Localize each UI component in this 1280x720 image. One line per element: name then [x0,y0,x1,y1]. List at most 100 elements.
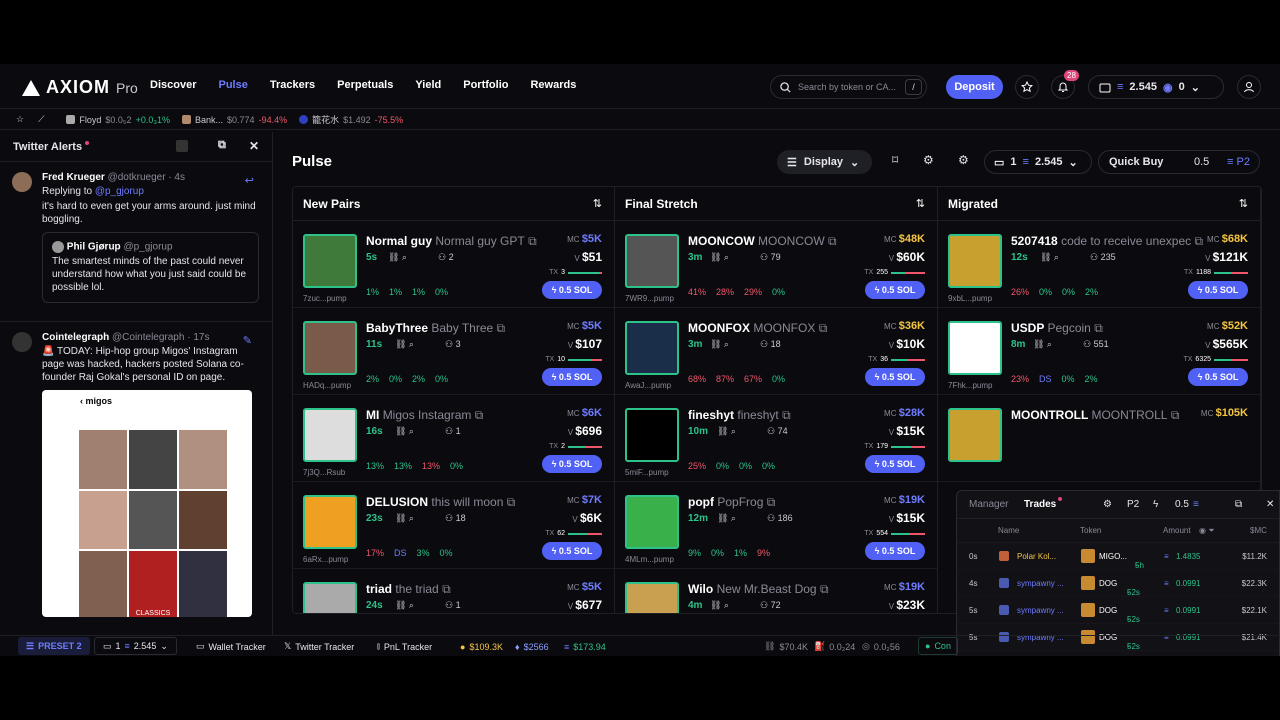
token-row[interactable]: 7zuc...pump Normal guy Normal guy GPT ⧉ … [293,221,614,308]
social-icons[interactable]: ⛓ ⌕ [395,513,414,524]
token-address[interactable]: AwaJ...pump [625,381,671,390]
token-name[interactable]: triad the triad ⧉ [366,582,451,597]
col-name[interactable]: Name [998,526,1019,535]
col-mc[interactable]: $MC [1250,526,1267,535]
token-image[interactable] [303,495,357,549]
token-row[interactable]: 6aRx...pump DELUSION this will moon ⧉ 23… [293,482,614,569]
display-button[interactable]: ☰ Display ⌄ [777,150,872,174]
col-amount[interactable]: Amount [1163,526,1191,535]
nav-perpetuals[interactable]: Perpetuals [337,79,393,91]
tab-manager[interactable]: Manager [969,499,1008,510]
token-address[interactable]: 9xbL...pump [948,294,992,303]
token-row[interactable]: triad the triad ⧉ 24s ⚇ 1 ⛓ ⌕ MC $5K V $… [293,569,614,613]
token-row[interactable]: 7WR9...pump MOONCOW MOONCOW ⧉ 3m ⚇ 79 ⛓ … [615,221,937,308]
token-address[interactable]: HADq...pump [303,381,351,390]
token-address[interactable]: 6aRx...pump [303,555,348,564]
token-address[interactable]: 4MLm...pump [625,555,674,564]
token-image[interactable] [303,582,357,613]
token-row[interactable]: 5miF...pump fineshyt fineshyt ⧉ 10m ⚇ 74… [615,395,937,482]
quick-buy-button[interactable]: ϟ 0.5 SOL [1188,368,1248,386]
token-name[interactable]: USDP Pegcoin ⧉ [1011,321,1103,336]
token-address[interactable]: 7zuc...pump [303,294,347,303]
token-image[interactable] [625,321,679,375]
token-row[interactable]: Wilo New Mr.Beast Dog ⧉ 4m ⚇ 72 ⛓ ⌕ MC $… [615,569,937,613]
token-name[interactable]: DELUSION this will moon ⧉ [366,495,515,510]
col-token[interactable]: Token [1080,526,1101,535]
token-name[interactable]: MOONTROLL MOONTROLL ⧉ [1011,408,1179,423]
tweet-image[interactable]: ‹ migos CLASSICS [42,390,252,617]
token-name[interactable]: BabyThree Baby Three ⧉ [366,321,505,336]
quick-buy-button[interactable]: ϟ 0.5 SOL [542,542,602,560]
token-image[interactable] [303,408,357,462]
wallet-dropdown[interactable]: ≡ 2.545 ◉ 0 ⌄ [1088,75,1224,99]
social-icons[interactable]: ⛓ ⌕ [1033,339,1052,350]
preset-label[interactable]: P2 [1127,499,1139,510]
nav-pulse[interactable]: Pulse [218,79,247,91]
token-name[interactable]: Normal guy Normal guy GPT ⧉ [366,234,537,249]
token-name[interactable]: Wilo New Mr.Beast Dog ⧉ [688,582,829,597]
chart-icon[interactable]: ⟋ [38,114,44,125]
quick-buy-button[interactable]: ϟ 0.5 SOL [1188,281,1248,299]
social-icons[interactable]: ⛓ ⌕ [388,252,407,263]
connection-status[interactable]: ● Con [918,637,958,655]
social-icons[interactable]: ⛓ ⌕ [717,513,736,524]
social-icons[interactable]: ⛓ ⌕ [395,426,414,437]
social-icons[interactable]: ⛓ ⌕ [395,600,414,611]
reply-link[interactable]: @p_gjorup [95,186,144,197]
wallet-select[interactable]: ▭ 1 ≡ 2.545 ⌄ [984,150,1092,174]
token-row[interactable]: MOONTROLL MOONTROLL ⧉ MC $105K [938,395,1260,482]
nav-discover[interactable]: Discover [150,79,196,91]
close-icon[interactable]: ✕ [1266,499,1274,510]
quick-buy-button[interactable]: ϟ 0.5 SOL [865,542,925,560]
token-row[interactable]: 7Fhk...pump USDP Pegcoin ⧉ 8m ⚇ 551 ⛓ ⌕ … [938,308,1260,395]
quick-buy-amount[interactable]: 0.5 [1194,156,1209,168]
token-name[interactable]: fineshyt fineshyt ⧉ [688,408,791,423]
social-icons[interactable]: ⛓ ⌕ [710,339,729,350]
close-icon[interactable]: ✕ [249,139,259,153]
token-name[interactable]: MOONFOX MOONFOX ⧉ [688,321,827,336]
settings-icon[interactable]: ⚙ [958,153,969,167]
nav-portfolio[interactable]: Portfolio [463,79,508,91]
tweet-card[interactable]: ↩ Fred Krueger @dotkrueger · 4s Replying… [0,162,272,322]
token-name[interactable]: popf PopFrog ⧉ [688,495,775,510]
quick-buy-button[interactable]: ϟ 0.5 SOL [542,281,602,299]
filter-icon[interactable]: ⇅ [1239,197,1248,210]
token-image[interactable] [625,582,679,613]
nav-yield[interactable]: Yield [415,79,441,91]
search-input[interactable]: Search by token or CA... / [770,75,927,99]
trade-row[interactable]: 4s sympawny ... DOG - 52s ≡ 0.0991 $22.3… [957,570,1279,597]
star-icon[interactable]: ☆ [16,114,24,125]
token-address[interactable]: 7j3Q...Rsub [303,468,345,477]
token-row[interactable]: AwaJ...pump MOONFOX MOONFOX ⧉ 3m ⚇ 18 ⛓ … [615,308,937,395]
preset-button[interactable]: ☰ PRESET 2 [18,637,90,655]
social-icons[interactable]: ⛓ ⌕ [717,426,736,437]
popout-icon[interactable]: ⧉ [1235,499,1242,510]
token-name[interactable]: MI Migos Instagram ⧉ [366,408,483,423]
social-icons[interactable]: ⛓ ⌕ [710,252,729,263]
token-image[interactable] [303,234,357,288]
pnl-tracker-button[interactable]: ⫾ PnL Tracker [377,636,432,656]
tweet-card[interactable]: ✎ Cointelegraph @Cointelegraph · 17s 🚨 T… [0,322,272,617]
token-image[interactable] [948,321,1002,375]
ticker-item[interactable]: Floyd $0.0₅2 +0.0₃1% [66,115,170,125]
quick-buy-button[interactable]: ϟ 0.5 SOL [865,455,925,473]
settings-icon[interactable]: ⚙ [1103,499,1112,510]
wallet-select[interactable]: ▭ 1 ≡ 2.545 ⌄ [94,637,177,655]
amount-value[interactable]: 0.5 [1175,499,1189,510]
token-row[interactable]: 7j3Q...Rsub MI Migos Instagram ⧉ 16s ⚇ 1… [293,395,614,482]
social-icons[interactable]: ⛓ ⌕ [395,339,414,350]
token-row[interactable]: 9xbL...pump 5207418 code to receive unex… [938,221,1260,308]
token-image[interactable] [303,321,357,375]
deposit-button[interactable]: Deposit [946,75,1003,99]
token-name[interactable]: MOONCOW MOONCOW ⧉ [688,234,837,249]
tab-trades[interactable]: Trades [1024,499,1056,510]
quick-buy-button[interactable]: ϟ 0.5 SOL [865,281,925,299]
token-row[interactable]: 4MLm...pump popf PopFrog ⧉ 12m ⚇ 186 ⛓ ⌕… [615,482,937,569]
account-button[interactable] [1237,75,1261,99]
quick-buy-button[interactable]: ϟ 0.5 SOL [542,368,602,386]
trade-row[interactable]: 0s Polar Kol... MIGO... - 5h ≡ 1.4835 $1… [957,543,1279,570]
token-image[interactable] [625,408,679,462]
token-address[interactable]: 5miF...pump [625,468,669,477]
popout-icon[interactable]: ⧉ [218,139,226,152]
twitter-tracker-button[interactable]: 𝕏 Twitter Tracker [284,636,354,656]
